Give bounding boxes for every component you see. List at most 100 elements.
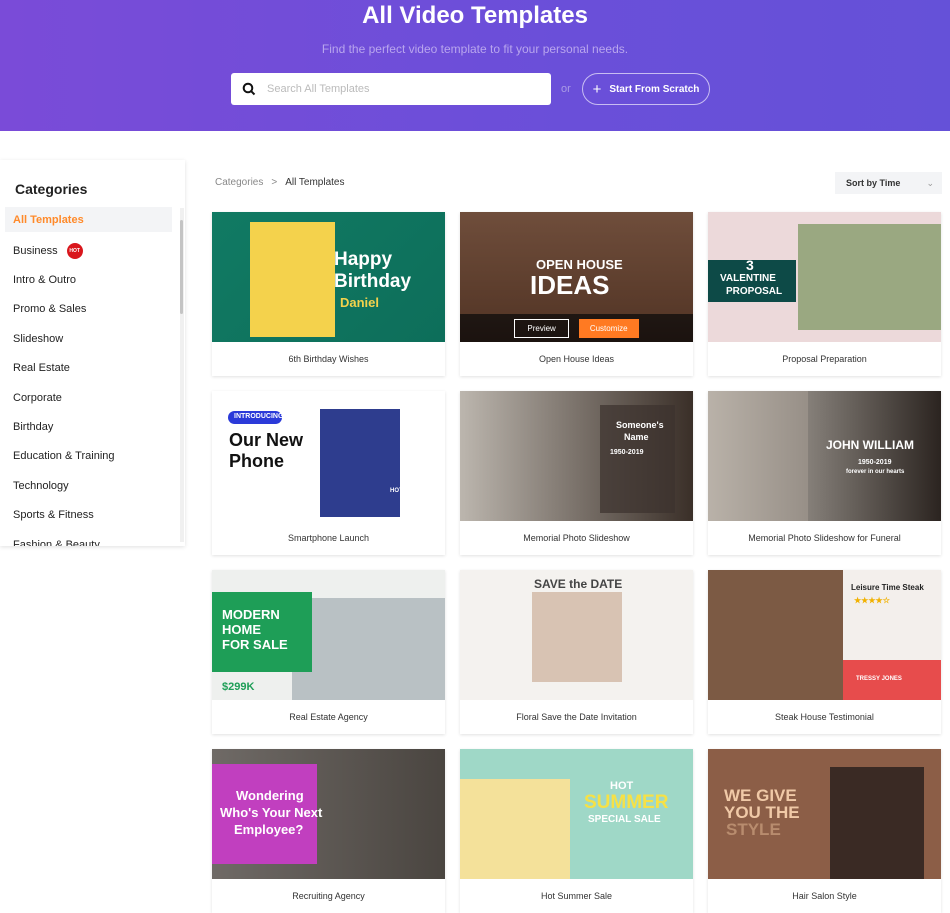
template-title[interactable]: Hair Salon Style: [708, 879, 941, 913]
sidebar-item-business[interactable]: Business HOT: [5, 236, 172, 265]
sort-dropdown[interactable]: Sort by Time ⌄: [835, 172, 942, 194]
template-title[interactable]: Real Estate Agency: [212, 700, 445, 734]
thumbnail-text: 1950-2019: [858, 459, 892, 466]
template-card[interactable]: WE GIVE YOU THE STYLE Hair Salon Style: [708, 749, 941, 913]
thumbnail-text: FOR SALE: [222, 637, 288, 652]
sidebar-item-fashion-beauty[interactable]: Fashion & Beauty: [5, 530, 172, 546]
thumbnail-text: HOME: [222, 622, 261, 637]
thumbnail-photo: [798, 224, 941, 330]
sidebar-item-intro-outro[interactable]: Intro & Outro: [5, 265, 172, 294]
sidebar-item-real-estate[interactable]: Real Estate: [5, 354, 172, 383]
template-thumbnail[interactable]: 3 VALENTINE PROPOSAL: [708, 212, 941, 342]
sidebar-item-sports-fitness[interactable]: Sports & Fitness: [5, 501, 172, 530]
template-card[interactable]: SAVE the DATE Floral Save the Date Invita…: [460, 570, 693, 734]
template-thumbnail[interactable]: INTRODUCING Our New Phone HOT: [212, 391, 445, 521]
sidebar-item-promo-sales[interactable]: Promo & Sales: [5, 295, 172, 324]
thumbnail-photo: [292, 598, 445, 700]
template-thumbnail[interactable]: MODERN HOME FOR SALE $299K: [212, 570, 445, 700]
sidebar-item-label: Corporate: [13, 391, 62, 404]
thumbnail-text: HOT: [610, 780, 634, 792]
page-subtitle: Find the perfect video template to fit y…: [321, 42, 629, 56]
breadcrumb-current: All Templates: [285, 177, 345, 188]
sidebar-item-label: Education & Training: [13, 450, 115, 463]
sidebar-item-label: Business: [13, 244, 58, 257]
template-thumbnail[interactable]: JOHN WILLIAM 1950-2019 forever in our hear…: [708, 391, 941, 521]
sidebar-item-education-training[interactable]: Education & Training: [5, 442, 172, 471]
template-card[interactable]: HOT SUMMER SPECIAL SALE Hot Summer Sale: [460, 749, 693, 913]
or-label: or: [561, 83, 571, 95]
thumbnail-text: YOU THE: [724, 803, 800, 822]
template-card[interactable]: Leisure Time Steak ★★★★☆ TRESSY JONES Steak…: [708, 570, 941, 734]
hot-badge: HOT: [66, 242, 83, 259]
template-card[interactable]: Happy Birthday Daniel 6th Birthday Wishes: [212, 212, 445, 376]
thumbnail-text: JOHN WILLIAM: [826, 438, 914, 452]
thumbnail-photo: [250, 222, 335, 337]
template-thumbnail[interactable]: Someone's Name 1950-2019: [460, 391, 693, 521]
sidebar-item-label: Promo & Sales: [13, 303, 87, 316]
sidebar-item-technology[interactable]: Technology: [5, 471, 172, 500]
template-title[interactable]: Hot Summer Sale: [460, 879, 693, 913]
template-thumbnail[interactable]: Wondering Who's Your Next Employee?: [212, 749, 445, 879]
search-input[interactable]: [267, 83, 527, 95]
breadcrumb-categories[interactable]: Categories: [215, 177, 263, 188]
start-from-scratch-button[interactable]: + Start From Scratch: [582, 73, 710, 105]
template-title[interactable]: Memorial Photo Slideshow: [460, 521, 693, 555]
template-thumbnail[interactable]: Happy Birthday Daniel: [212, 212, 445, 342]
chevron-down-icon: ⌄: [926, 177, 934, 188]
sidebar-item-label: Sports & Fitness: [13, 509, 94, 522]
sidebar-item-label: All Templates: [13, 213, 84, 226]
template-thumbnail[interactable]: OPEN HOUSE IDEAS Preview Customize: [460, 212, 693, 342]
thumbnail-photo: [830, 767, 924, 879]
sidebar-item-label: Real Estate: [13, 362, 70, 375]
sidebar-item-slideshow[interactable]: Slideshow: [5, 324, 172, 353]
thumbnail-text: WE GIVE: [724, 786, 797, 805]
thumbnail-photo: [708, 570, 843, 700]
template-title[interactable]: Proposal Preparation: [708, 342, 941, 376]
thumbnail-text: $299K: [222, 681, 255, 693]
scrollbar-thumb[interactable]: [180, 220, 183, 314]
thumbnail-text: HOT: [390, 488, 403, 494]
categories-title: Categories: [15, 181, 88, 197]
template-title[interactable]: 6th Birthday Wishes: [212, 342, 445, 376]
thumbnail-text: Wondering: [236, 788, 304, 803]
breadcrumb: Categories > All Templates: [215, 177, 345, 188]
sidebar-item-label: Slideshow: [13, 332, 64, 345]
customize-button[interactable]: Customize: [578, 318, 639, 338]
thumbnail-text: PROPOSAL: [726, 286, 783, 297]
template-title[interactable]: Open House Ideas: [460, 342, 693, 376]
sidebar-item-all-templates[interactable]: All Templates: [5, 207, 172, 232]
thumbnail-photo: [320, 409, 400, 517]
thumbnail-text: ★★★★☆: [854, 596, 890, 605]
search-box[interactable]: [231, 73, 551, 105]
thumbnail-text: Employee?: [234, 822, 304, 837]
template-title[interactable]: Steak House Testimonial: [708, 700, 941, 734]
template-title[interactable]: Recruiting Agency: [212, 879, 445, 913]
template-title[interactable]: Floral Save the Date Invitation: [460, 700, 693, 734]
sidebar-scrollbar[interactable]: [180, 208, 184, 542]
template-card[interactable]: INTRODUCING Our New Phone HOT Smartphone Lau…: [212, 391, 445, 555]
template-card[interactable]: MODERN HOME FOR SALE $299K Real Estate Agenc…: [212, 570, 445, 734]
template-card[interactable]: Someone's Name 1950-2019 Memorial Photo Sli…: [460, 391, 693, 555]
thumbnail-text: 3: [746, 257, 754, 273]
categories-sidebar: Categories All Templates Business HOT Intro…: [0, 160, 185, 546]
thumbnail-text: INTRODUCING: [234, 413, 284, 420]
template-title[interactable]: Memorial Photo Slideshow for Funeral: [708, 521, 941, 555]
template-title[interactable]: Smartphone Launch: [212, 521, 445, 555]
template-thumbnail[interactable]: HOT SUMMER SPECIAL SALE: [460, 749, 693, 879]
sidebar-item-birthday[interactable]: Birthday: [5, 412, 172, 441]
template-card[interactable]: OPEN HOUSE IDEAS Preview Customize Open Hous…: [460, 212, 693, 376]
template-card[interactable]: JOHN WILLIAM 1950-2019 forever in our hear…: [708, 391, 941, 555]
plus-icon: +: [592, 80, 602, 98]
start-from-scratch-label: Start From Scratch: [609, 83, 700, 95]
thumbnail-text: SPECIAL SALE: [588, 814, 661, 825]
template-thumbnail[interactable]: WE GIVE YOU THE STYLE: [708, 749, 941, 879]
thumbnail-text: Birthday: [334, 271, 412, 292]
hero-banner: All Video Templates Find the perfect vid…: [0, 0, 950, 131]
template-thumbnail[interactable]: SAVE the DATE: [460, 570, 693, 700]
template-card[interactable]: Wondering Who's Your Next Employee? Recruit…: [212, 749, 445, 913]
preview-button[interactable]: Preview: [514, 318, 569, 338]
thumbnail-text: Daniel: [340, 295, 380, 310]
sidebar-item-corporate[interactable]: Corporate: [5, 383, 172, 412]
template-thumbnail[interactable]: Leisure Time Steak ★★★★☆ TRESSY JONES: [708, 570, 941, 700]
template-card[interactable]: 3 VALENTINE PROPOSAL Proposal Preparation: [708, 212, 941, 376]
